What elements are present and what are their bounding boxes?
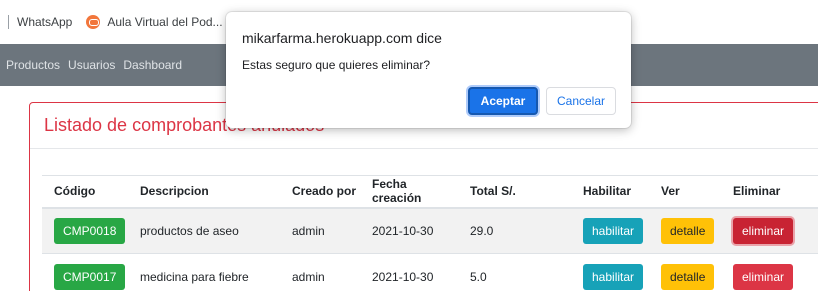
col-header-descripcion: Descripcion	[128, 175, 280, 209]
nav-link-productos[interactable]: Productos	[6, 58, 60, 72]
bookmark-label-whatsapp: WhatsApp	[17, 15, 73, 29]
comprobantes-card: Listado de comprobantes anulados Código …	[29, 102, 818, 291]
cell-ver: detalle	[649, 253, 721, 291]
habilitar-button[interactable]: habilitar	[583, 217, 644, 244]
col-header-creado-por: Creado por	[280, 175, 360, 209]
col-header-fecha: Fecha creación	[360, 175, 458, 209]
bookmark-whatsapp[interactable]: WhatsApp	[17, 15, 72, 29]
nav-link-dashboard[interactable]: Dashboard	[123, 58, 182, 72]
cell-codigo: CMP0018	[42, 207, 128, 254]
cell-total: 5.0	[458, 253, 571, 291]
cell-fecha: 2021-10-30	[360, 253, 458, 291]
bookmark-label-aula-virtual: Aula Virtual del Pod...	[107, 15, 223, 29]
cell-habilitar: habilitar	[571, 207, 649, 254]
cell-creado-por: admin	[280, 207, 360, 254]
aula-virtual-icon	[86, 15, 101, 29]
table-row: CMP0018 productos de aseo admin 2021-10-…	[42, 207, 818, 254]
cell-habilitar: habilitar	[571, 253, 649, 291]
col-header-habilitar: Habilitar	[571, 175, 649, 209]
table-row: CMP0017 medicina para fiebre admin 2021-…	[42, 253, 818, 291]
cell-ver: detalle	[649, 207, 721, 254]
eliminar-button[interactable]: eliminar	[733, 217, 794, 244]
comprobantes-table: Código Descripcion Creado por Fecha crea…	[42, 175, 818, 291]
nav-link-usuarios[interactable]: Usuarios	[68, 58, 115, 72]
code-badge: CMP0018	[54, 217, 126, 244]
cell-descripcion: productos de aseo	[128, 207, 280, 254]
col-header-total: Total S/.	[458, 175, 571, 209]
eliminar-button[interactable]: eliminar	[733, 263, 794, 290]
cell-total: 29.0	[458, 207, 571, 254]
code-badge: CMP0017	[54, 263, 126, 290]
table-header-row: Código Descripcion Creado por Fecha crea…	[42, 175, 818, 209]
cell-codigo: CMP0017	[42, 253, 128, 291]
cancel-button[interactable]: Cancelar	[546, 87, 616, 115]
dialog-title: mikarfarma.herokuapp.com dice	[242, 30, 442, 46]
col-header-codigo: Código	[42, 175, 128, 209]
cell-eliminar: eliminar	[721, 253, 818, 291]
col-header-ver: Ver	[649, 175, 721, 209]
bookmark-separator	[8, 15, 9, 29]
bookmark-aula-virtual[interactable]: Aula Virtual del Pod...	[86, 15, 223, 29]
dialog-message: Estas seguro que quieres eliminar?	[242, 58, 431, 72]
detalle-button[interactable]: detalle	[661, 217, 715, 244]
cell-eliminar: eliminar	[721, 207, 818, 254]
col-header-eliminar: Eliminar	[721, 175, 818, 209]
cell-creado-por: admin	[280, 253, 360, 291]
confirm-dialog: mikarfarma.herokuapp.com dice Estas segu…	[226, 12, 631, 128]
cell-fecha: 2021-10-30	[360, 207, 458, 254]
accept-button[interactable]: Aceptar	[468, 87, 538, 115]
detalle-button[interactable]: detalle	[661, 263, 715, 290]
habilitar-button[interactable]: habilitar	[583, 263, 644, 290]
cell-descripcion: medicina para fiebre	[128, 253, 280, 291]
